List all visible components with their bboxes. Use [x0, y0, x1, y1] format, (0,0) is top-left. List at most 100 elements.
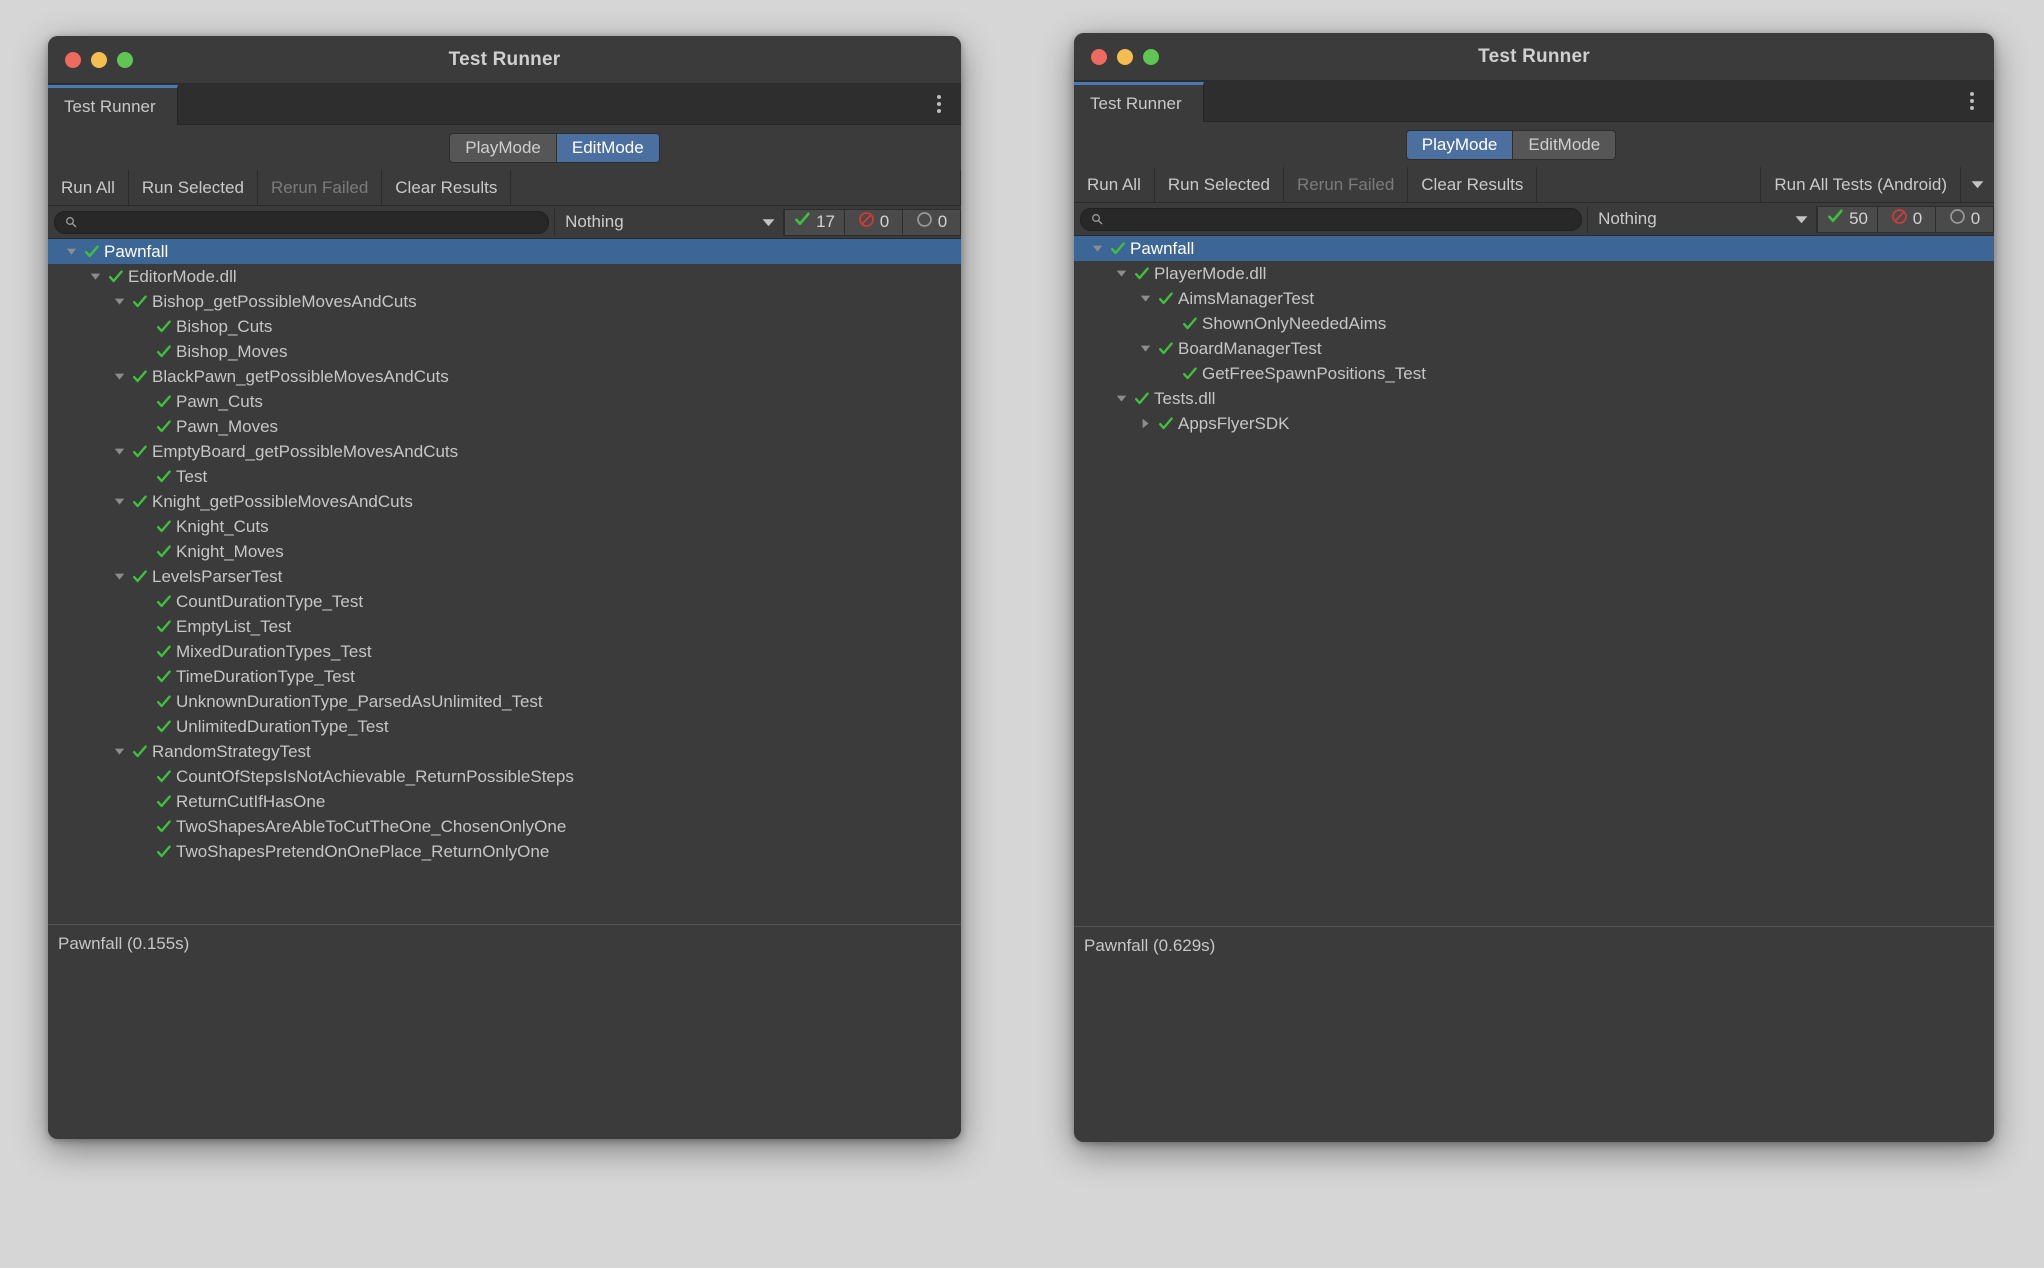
tab-strip: Test Runner [48, 84, 961, 125]
test-tree-row[interactable]: TwoShapesAreAbleToCutTheOne_ChosenOnlyOn… [48, 814, 961, 839]
test-name-label: TwoShapesPretendOnOnePlace_ReturnOnlyOne [176, 842, 549, 862]
chevron-down-icon[interactable] [1086, 243, 1108, 254]
test-tree-row[interactable]: UnlimitedDurationType_Test [48, 714, 961, 739]
badge-failed[interactable]: 0 [1878, 206, 1936, 233]
test-status-passed-icon [1180, 316, 1199, 332]
badge-failed[interactable]: 0 [845, 209, 903, 236]
search-field[interactable] [1080, 208, 1582, 231]
run-target-dropdown-icon[interactable] [1960, 167, 1994, 202]
test-tree-row[interactable]: EmptyBoard_getPossibleMovesAndCuts [48, 439, 961, 464]
test-tree-row[interactable]: AimsManagerTest [1074, 286, 1994, 311]
chevron-down-icon[interactable] [108, 446, 130, 457]
category-filter-dropdown[interactable]: Nothing [1587, 206, 1817, 233]
chevron-down-icon[interactable] [84, 271, 106, 282]
test-tree-row[interactable]: BlackPawn_getPossibleMovesAndCuts [48, 364, 961, 389]
test-tree-row[interactable]: TwoShapesPretendOnOnePlace_ReturnOnlyOne [48, 839, 961, 864]
chevron-down-icon [1795, 209, 1808, 229]
test-tree-row[interactable]: Knight_Moves [48, 539, 961, 564]
test-tree-row[interactable]: UnknownDurationType_ParsedAsUnlimited_Te… [48, 689, 961, 714]
chevron-down-icon[interactable] [108, 746, 130, 757]
test-tree-row[interactable]: RandomStrategyTest [48, 739, 961, 764]
test-tree-row[interactable]: ReturnCutIfHasOne [48, 789, 961, 814]
search-icon [1091, 213, 1103, 225]
close-window-button[interactable] [65, 52, 81, 68]
kebab-menu-icon[interactable] [1970, 92, 1974, 110]
run-all-tests-target-button[interactable]: Run All Tests (Android) [1761, 167, 1960, 202]
test-tree-row[interactable]: Knight_Cuts [48, 514, 961, 539]
test-tree-row[interactable]: Bishop_getPossibleMovesAndCuts [48, 289, 961, 314]
chevron-down-icon[interactable] [1134, 343, 1156, 354]
test-tree-row[interactable]: CountDurationType_Test [48, 589, 961, 614]
test-tree-panel[interactable]: Pawnfall EditorMode.dllBishop_getPossible… [48, 239, 961, 924]
test-name-label: EditorMode.dll [128, 267, 237, 287]
test-tree-row[interactable]: Pawnfall [48, 239, 961, 264]
search-input[interactable] [83, 214, 538, 231]
test-tree-row[interactable]: EmptyList_Test [48, 614, 961, 639]
test-tree-row[interactable]: Bishop_Moves [48, 339, 961, 364]
test-tree-row[interactable]: ShownOnlyNeededAims [1074, 311, 1994, 336]
minimize-window-button[interactable] [1117, 49, 1133, 65]
run-selected-button[interactable]: Run Selected [1155, 167, 1284, 202]
test-tree-row[interactable]: Tests.dll [1074, 386, 1994, 411]
test-name-label: Bishop_Cuts [176, 317, 272, 337]
run-selected-button[interactable]: Run Selected [129, 170, 258, 205]
test-tree-panel[interactable]: Pawnfall PlayerMode.dllAimsManagerTestSho… [1074, 236, 1994, 926]
chevron-down-icon[interactable] [108, 496, 130, 507]
test-status-passed-icon [154, 394, 173, 410]
test-tree-row[interactable]: Pawn_Moves [48, 414, 961, 439]
test-status-passed-icon [154, 794, 173, 810]
chevron-down-icon[interactable] [1110, 393, 1132, 404]
mode-button-playmode[interactable]: PlayMode [1406, 130, 1514, 160]
test-tree-row[interactable]: CountOfStepsIsNotAchievable_ReturnPossib… [48, 764, 961, 789]
badge-check-passed[interactable]: 50 [1817, 206, 1878, 233]
test-tree-row[interactable]: AppsFlyerSDK [1074, 411, 1994, 436]
badge-skipped[interactable]: 0 [903, 209, 961, 236]
clear-results-button[interactable]: Clear Results [1408, 167, 1537, 202]
mode-button-editmode[interactable]: EditMode [557, 133, 660, 163]
test-tree-row[interactable]: BoardManagerTest [1074, 336, 1994, 361]
chevron-right-icon[interactable] [1134, 418, 1156, 429]
chevron-down-icon[interactable] [1134, 293, 1156, 304]
rerun-failed-button: Rerun Failed [1284, 167, 1408, 202]
badge-check-passed[interactable]: 17 [784, 209, 845, 236]
run-all-button[interactable]: Run All [48, 170, 129, 205]
chevron-down-icon[interactable] [60, 246, 82, 257]
test-tree-row[interactable]: Pawnfall [1074, 236, 1994, 261]
tab-test-runner[interactable]: Test Runner [1074, 82, 1204, 122]
zoom-window-button[interactable] [1143, 49, 1159, 65]
test-status-passed-icon [154, 844, 173, 860]
test-tree-row[interactable]: TimeDurationType_Test [48, 664, 961, 689]
run-all-button[interactable]: Run All [1074, 167, 1155, 202]
chevron-down-icon[interactable] [108, 571, 130, 582]
test-tree-row[interactable]: GetFreeSpawnPositions_Test [1074, 361, 1994, 386]
test-tree-row[interactable]: LevelsParserTest [48, 564, 961, 589]
test-tree-row[interactable]: MixedDurationTypes_Test [48, 639, 961, 664]
test-name-label: RandomStrategyTest [152, 742, 311, 762]
test-tree-row[interactable]: PlayerMode.dll [1074, 261, 1994, 286]
badge-skipped[interactable]: 0 [1936, 206, 1994, 233]
action-toolbar: Run AllRun SelectedRerun FailedClear Res… [1074, 167, 1994, 203]
test-tree-row[interactable]: EditorMode.dll [48, 264, 961, 289]
search-input[interactable] [1109, 211, 1571, 228]
minimize-window-button[interactable] [91, 52, 107, 68]
mode-toggle-row: PlayModeEditMode [1074, 122, 1994, 167]
close-window-button[interactable] [1091, 49, 1107, 65]
chevron-down-icon[interactable] [1110, 268, 1132, 279]
test-tree-row[interactable]: Bishop_Cuts [48, 314, 961, 339]
chevron-down-icon[interactable] [108, 371, 130, 382]
clear-results-button[interactable]: Clear Results [382, 170, 511, 205]
test-status-passed-icon [130, 369, 149, 385]
test-tree-row[interactable]: Knight_getPossibleMovesAndCuts [48, 489, 961, 514]
test-name-label: PlayerMode.dll [1154, 264, 1266, 284]
category-filter-dropdown[interactable]: Nothing [554, 209, 784, 236]
mode-button-editmode[interactable]: EditMode [1513, 130, 1616, 160]
mode-button-playmode[interactable]: PlayMode [449, 133, 557, 163]
search-field[interactable] [54, 211, 549, 234]
kebab-menu-icon[interactable] [937, 95, 941, 113]
tab-test-runner[interactable]: Test Runner [48, 85, 178, 125]
test-tree-row[interactable]: Pawn_Cuts [48, 389, 961, 414]
test-tree-row[interactable]: Test [48, 464, 961, 489]
mode-button-group: PlayModeEditMode [1406, 130, 1616, 160]
chevron-down-icon[interactable] [108, 296, 130, 307]
zoom-window-button[interactable] [117, 52, 133, 68]
